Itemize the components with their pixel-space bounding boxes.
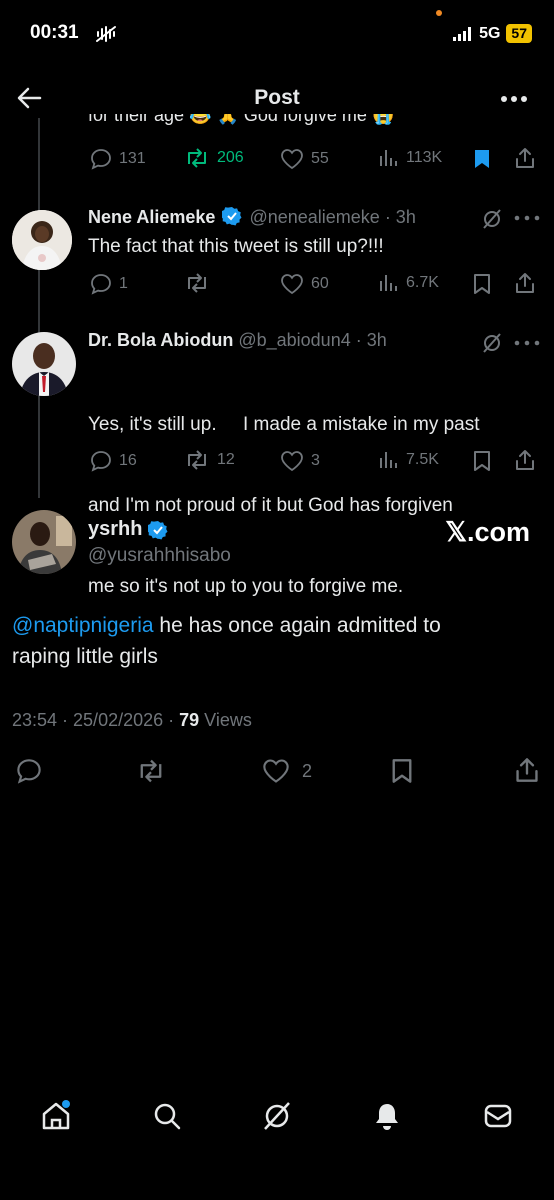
bookmark-button[interactable] [391, 758, 413, 784]
grok-icon[interactable] [481, 332, 503, 354]
more-options-button[interactable] [514, 340, 540, 346]
more-options-button[interactable] [500, 95, 528, 103]
home-icon[interactable] [40, 1100, 72, 1132]
bookmark-button-active[interactable] [473, 148, 491, 170]
views-stat[interactable]: 6.7K [379, 273, 439, 293]
reply-button[interactable] [16, 758, 42, 784]
reply-button[interactable]: 1 [90, 273, 128, 295]
views-stat[interactable]: 113K [379, 148, 442, 168]
repost-button[interactable] [184, 273, 217, 293]
network-label: 5G [479, 24, 501, 42]
recording-dot [436, 10, 442, 16]
post-timestamp: 23:54 · 25/02/2026 · [12, 710, 180, 730]
reply-button[interactable]: 16 [90, 450, 137, 472]
author-name[interactable]: ysrhh [88, 518, 142, 541]
share-button[interactable] [514, 449, 536, 471]
search-icon[interactable] [151, 1100, 183, 1132]
author-name[interactable]: Nene Aliemeke [88, 207, 215, 227]
more-options-button[interactable] [514, 215, 540, 221]
post-time: · 3h [355, 330, 387, 350]
post-meta: 23:54 · 25/02/2026 · 79 Views [12, 710, 252, 731]
bookmark-button[interactable] [473, 273, 491, 295]
share-button[interactable] [514, 147, 536, 169]
main-post-header: ysrhh @yusrahhhisabo [88, 518, 231, 567]
status-right: 5G 57 [453, 24, 532, 43]
like-button[interactable]: 2 [262, 758, 312, 784]
tweet-text-line: and I'm not proud of it but God has forg… [88, 495, 453, 516]
verified-badge-icon [148, 520, 168, 540]
messages-icon[interactable] [482, 1100, 514, 1132]
avatar[interactable] [12, 332, 76, 396]
repost-button[interactable]: 206 [184, 148, 244, 168]
status-time: 00:31 [30, 22, 79, 43]
reply-header: Nene Aliemeke @nenealiemeke · 3h [88, 206, 416, 228]
voice-off-icon [95, 25, 117, 43]
reply-button[interactable]: 131 [90, 148, 146, 170]
author-handle[interactable]: @b_abiodun4 [238, 330, 350, 350]
reply-header: Dr. Bola Abiodun @b_abiodun4 · 3h [88, 330, 387, 351]
thread-line [38, 118, 40, 498]
views-stat[interactable]: 7.5K [379, 450, 439, 470]
grok-icon[interactable] [261, 1100, 293, 1132]
repost-button[interactable] [136, 759, 166, 783]
like-button[interactable]: 3 [280, 450, 320, 472]
battery-indicator: 57 [506, 24, 532, 43]
share-button[interactable] [514, 757, 540, 783]
notifications-icon[interactable] [371, 1100, 403, 1132]
tweet-text-line: Yes, it's still up. I made a mistake in … [88, 414, 480, 435]
clipped-tweet-text: for their age 😂 🙏 God forgive me 😭 [88, 114, 395, 125]
mention-link[interactable]: @naptipnigeria [12, 614, 154, 637]
post-time: · 3h [384, 207, 416, 227]
repost-button[interactable]: 12 [184, 450, 235, 470]
grok-icon[interactable] [481, 208, 503, 230]
post-text: raping little girls [12, 645, 158, 668]
signal-icon [453, 26, 473, 41]
main-post-text: @naptipnigeria he has once again admitte… [12, 610, 532, 672]
author-handle[interactable]: @yusrahhhisabo [88, 545, 231, 567]
tweet-text-line: me so it's not up to you to forgive me. [88, 576, 404, 597]
tweet-text: Yes, it's still up. I made a mistake in … [88, 357, 480, 627]
avatar[interactable] [12, 510, 76, 574]
author-handle[interactable]: @nenealiemeke [249, 207, 379, 227]
verified-badge-icon [222, 206, 242, 226]
x-watermark: 𝕏.com [445, 517, 530, 547]
bottom-nav [0, 1092, 554, 1142]
author-name[interactable]: Dr. Bola Abiodun [88, 330, 233, 350]
bookmark-button[interactable] [473, 450, 491, 472]
post-text: he has once again admitted to [153, 614, 441, 637]
views-label: Views [199, 710, 252, 730]
like-button[interactable]: 55 [280, 148, 329, 170]
share-button[interactable] [514, 272, 536, 294]
like-button[interactable]: 60 [280, 273, 329, 295]
avatar[interactable] [12, 210, 72, 270]
tweet-text: The fact that this tweet is still up?!!! [88, 236, 384, 257]
page-title: Post [254, 86, 300, 109]
views-count[interactable]: 79 [179, 710, 199, 730]
